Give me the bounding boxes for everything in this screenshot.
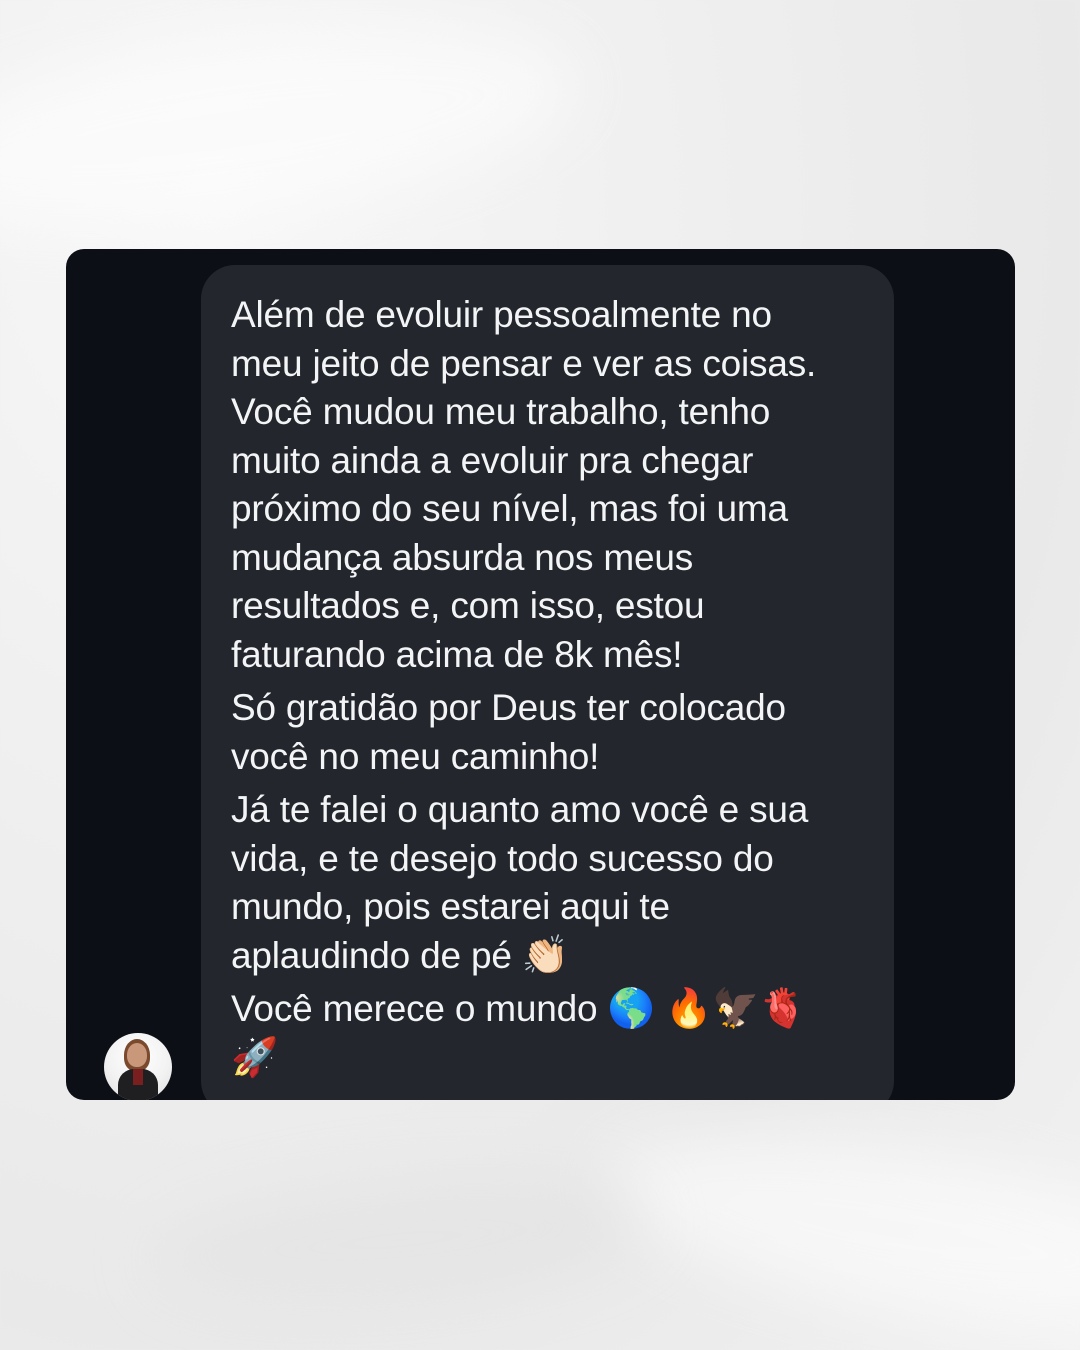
message-paragraph: Além de evoluir pessoalmente no meu jeit… <box>231 294 817 675</box>
background-fold <box>145 1158 655 1322</box>
message-paragraph: Já te falei o quanto amo você e sua vida… <box>231 786 874 980</box>
clap-emoji: 👏🏻 <box>521 934 569 977</box>
chat-screenshot-card: Além de evoluir pessoalmente no meu jeit… <box>66 249 1015 1100</box>
message-last-line: Você merece o mundo 🌎 🔥🦅🫀 🚀 <box>231 985 874 1082</box>
message-last-line-text: Você merece o mundo <box>231 988 598 1029</box>
avatar-collar <box>133 1069 143 1085</box>
message-bubble[interactable]: Além de evoluir pessoalmente no meu jeit… <box>201 265 894 1100</box>
background-fold <box>0 0 590 268</box>
emoji-sequence: 🌎 🔥🦅🫀 <box>607 988 807 1030</box>
rocket-emoji: 🚀 <box>231 1036 279 1079</box>
background-fold <box>590 1099 1080 1350</box>
sender-avatar[interactable] <box>104 1033 172 1100</box>
avatar-face <box>127 1043 147 1067</box>
message-paragraph: Só gratidão por Deus ter colocado você n… <box>231 687 786 777</box>
message-paragraph-text: Já te falei o quanto amo você e sua vida… <box>231 789 809 976</box>
